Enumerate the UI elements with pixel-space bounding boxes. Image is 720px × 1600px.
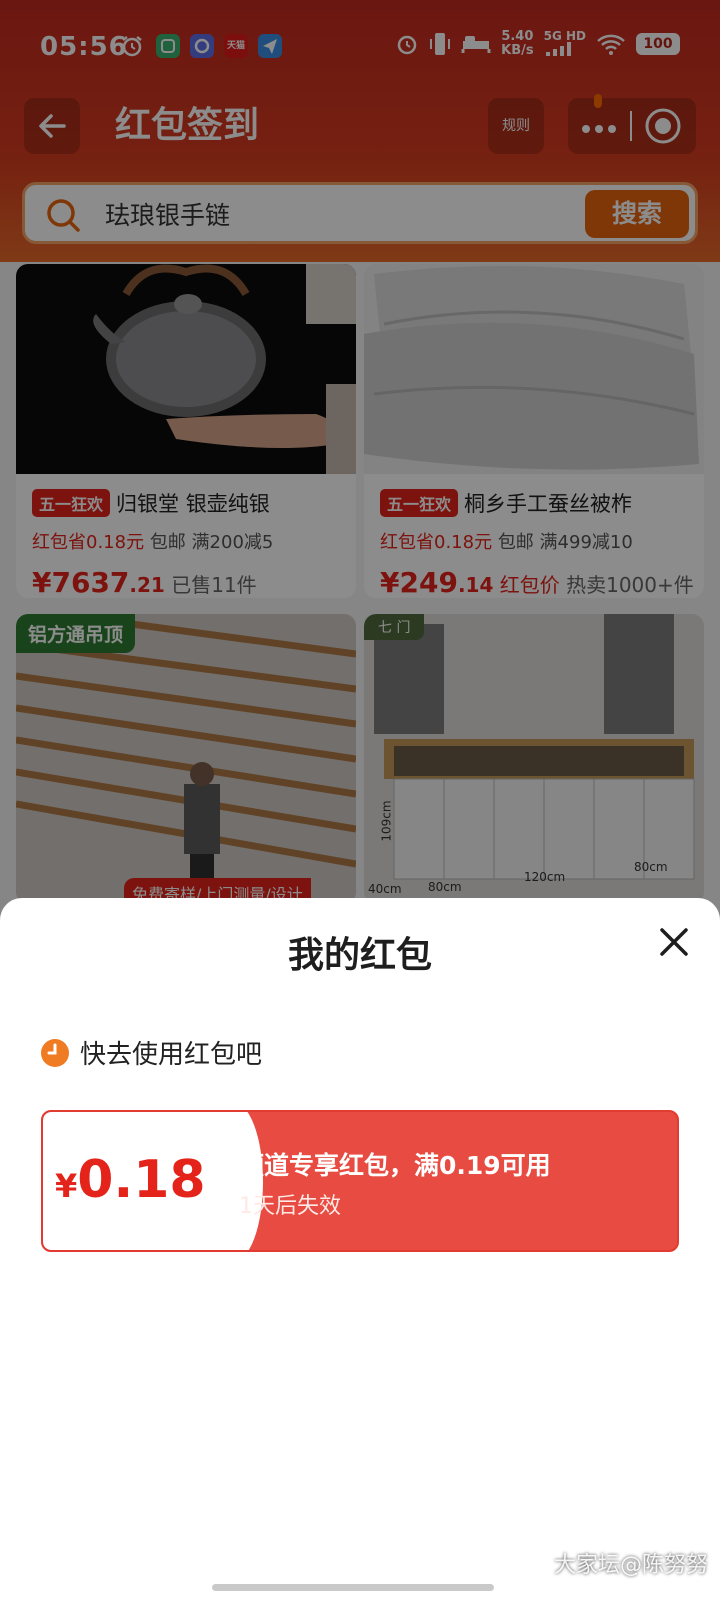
sheet-title: 我的红包 xyxy=(287,935,432,976)
close-icon xyxy=(660,928,688,956)
watermark: 大家坛@陈努努 xyxy=(553,1553,708,1578)
coupon-amount: ¥0.18 xyxy=(55,1148,206,1218)
coupon-currency: ¥ xyxy=(55,1167,78,1205)
tip-text: 快去使用红包吧 xyxy=(80,1040,263,1070)
my-red-packet-sheet: 我的红包 快去使用红包吧 ¥0.18 频道专享红包，满0.19可用 1天后失效 … xyxy=(0,898,720,1600)
coupon-description: 频道专享红包，满0.19可用 xyxy=(239,1151,551,1180)
home-indicator[interactable] xyxy=(212,1584,494,1591)
close-button[interactable] xyxy=(656,924,692,960)
coupon-expiry: 1天后失效 xyxy=(239,1194,341,1219)
clock-icon xyxy=(41,1038,69,1067)
use-tip: 快去使用红包吧 xyxy=(40,1034,262,1071)
coupon-card[interactable]: ¥0.18 频道专享红包，满0.19可用 1天后失效 xyxy=(41,1110,679,1252)
coupon-value: 0.18 xyxy=(77,1150,206,1210)
